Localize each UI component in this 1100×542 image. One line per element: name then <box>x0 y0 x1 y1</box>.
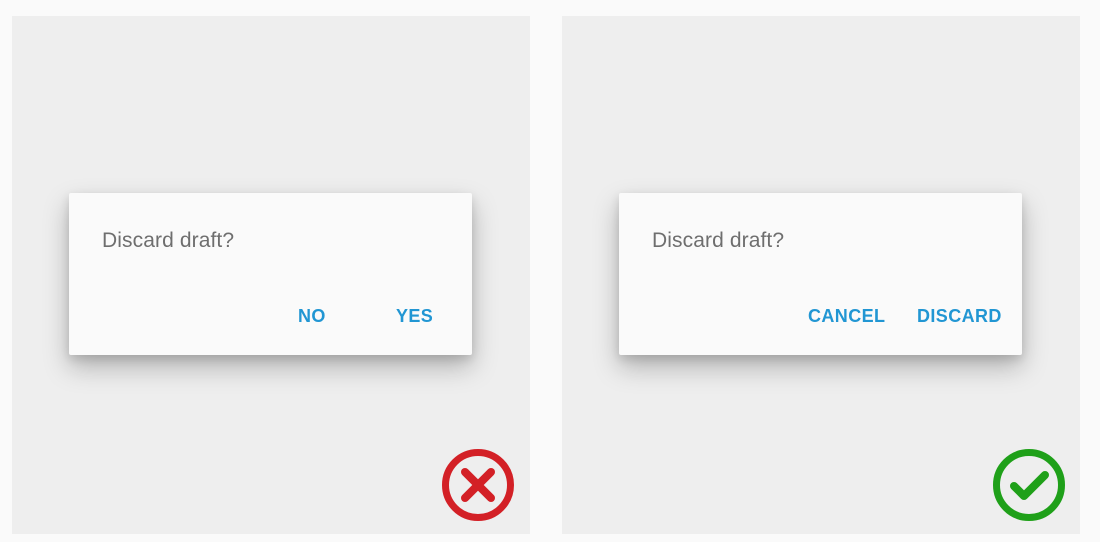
discard-button[interactable]: DISCARD <box>917 306 1002 327</box>
dialog-title: Discard draft? <box>102 229 235 252</box>
dialog-title: Discard draft? <box>652 229 785 252</box>
correct-example-panel: Discard draft? CANCEL DISCARD <box>562 16 1080 534</box>
yes-button[interactable]: YES <box>396 306 433 327</box>
no-button[interactable]: NO <box>298 306 326 327</box>
green-check-circle-icon <box>993 449 1065 521</box>
incorrect-example-panel: Discard draft? NO YES <box>12 16 530 534</box>
cancel-button[interactable]: CANCEL <box>808 306 885 327</box>
discard-draft-dialog: Discard draft? NO YES <box>69 193 472 355</box>
comparison-stage: Discard draft? NO YES Discard draft? CAN… <box>0 0 1100 542</box>
discard-draft-dialog: Discard draft? CANCEL DISCARD <box>619 193 1022 355</box>
red-x-circle-icon <box>442 449 514 521</box>
